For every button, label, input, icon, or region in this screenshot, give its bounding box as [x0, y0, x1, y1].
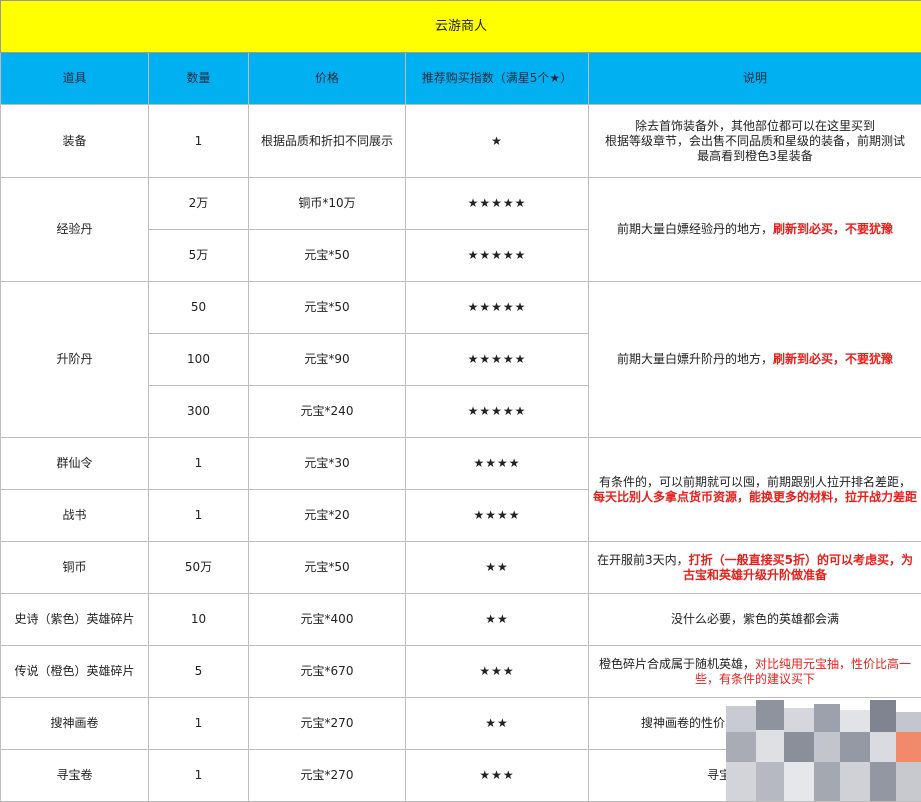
cell-price: 元宝*30	[249, 438, 406, 490]
cell-price: 元宝*90	[249, 334, 406, 386]
merchant-table-sheet: 云游商人 道具 数量 价格 推荐购买指数（满星5个★） 说明 装备 1 根据品质…	[0, 0, 921, 801]
table-row: 装备 1 根据品质和折扣不同展示 ★ 除去首饰装备外，其他部位都可以在这里买到 …	[1, 105, 921, 178]
cell-price: 元宝*50	[249, 230, 406, 282]
cell-note: 在开服前3天内，打折（一般直接买5折）的可以考虑买，为古宝和英雄升级升阶做准备	[589, 542, 921, 594]
cell-price: 元宝*240	[249, 386, 406, 438]
cell-price: 铜币*10万	[249, 178, 406, 230]
cell-note: 橙色碎片合成属于随机英雄，对比纯用元宝抽，性价比高一些，有条件的建议买下	[589, 646, 921, 698]
cell-item: 升阶丹	[1, 282, 149, 438]
table-title: 云游商人	[1, 1, 921, 53]
cell-note: 寻宝卷前期的产出	[589, 750, 921, 802]
note-text: 前期大量白嫖经验丹的地方，	[617, 222, 773, 236]
table-row: 史诗（紫色）英雄碎片 10 元宝*400 ★★ 没什么必要，紫色的英雄都会满	[1, 594, 921, 646]
cell-stars: ★★★	[406, 646, 589, 698]
cell-note: 有条件的，可以前期就可以囤，前期跟别人拉开排名差距，每天比别人多拿点货币资源，能…	[589, 438, 921, 542]
cell-stars: ★★★★★	[406, 386, 589, 438]
cell-qty: 10	[149, 594, 249, 646]
cell-qty: 1	[149, 105, 249, 178]
cell-item: 史诗（紫色）英雄碎片	[1, 594, 149, 646]
note-highlight: 刷新到必买，不要犹豫	[773, 352, 893, 366]
cell-price: 元宝*50	[249, 282, 406, 334]
cell-price: 根据品质和折扣不同展示	[249, 105, 406, 178]
cell-qty: 100	[149, 334, 249, 386]
note-line: 最高看到橙色3星装备	[593, 149, 917, 164]
cell-qty: 1	[149, 438, 249, 490]
cell-price: 元宝*270	[249, 698, 406, 750]
table-row: 搜神画卷 1 元宝*270 ★★ 搜神画卷的性价比不高，一般的同学都不买	[1, 698, 921, 750]
note-text: 橙色碎片合成属于随机英雄，	[599, 657, 755, 671]
cell-stars: ★★★★★	[406, 334, 589, 386]
cell-stars: ★★	[406, 698, 589, 750]
cell-note: 前期大量白嫖升阶丹的地方，刷新到必买，不要犹豫	[589, 282, 921, 438]
header-rating: 推荐购买指数（满星5个★）	[406, 53, 589, 105]
table-row: 寻宝卷 1 元宝*270 ★★★ 寻宝卷前期的产出	[1, 750, 921, 802]
table-row: 群仙令 1 元宝*30 ★★★★ 有条件的，可以前期就可以囤，前期跟别人拉开排名…	[1, 438, 921, 490]
cell-item: 经验丹	[1, 178, 149, 282]
cell-item: 战书	[1, 490, 149, 542]
cell-note: 除去首饰装备外，其他部位都可以在这里买到 根据等级章节，会出售不同品质和星级的装…	[589, 105, 921, 178]
note-line: 除去首饰装备外，其他部位都可以在这里买到	[593, 119, 917, 134]
note-text: 有条件的，可以前期就可以囤，前期跟别人拉开排名差距，	[599, 475, 911, 489]
cell-stars: ★★★★★	[406, 230, 589, 282]
note-highlight: 每天比别人多拿点货币资源，能换更多的材料，拉开战力差距	[593, 490, 917, 504]
table-row: 升阶丹 50 元宝*50 ★★★★★ 前期大量白嫖升阶丹的地方，刷新到必买，不要…	[1, 282, 921, 334]
cell-qty: 50万	[149, 542, 249, 594]
cell-qty: 5万	[149, 230, 249, 282]
table-row: 传说（橙色）英雄碎片 5 元宝*670 ★★★ 橙色碎片合成属于随机英雄，对比纯…	[1, 646, 921, 698]
header-item: 道具	[1, 53, 149, 105]
cell-qty: 1	[149, 490, 249, 542]
cell-stars: ★★	[406, 542, 589, 594]
header-price: 价格	[249, 53, 406, 105]
merchant-table: 云游商人 道具 数量 价格 推荐购买指数（满星5个★） 说明 装备 1 根据品质…	[0, 0, 921, 802]
cell-qty: 2万	[149, 178, 249, 230]
note-line: 根据等级章节，会出售不同品质和星级的装备，前期测试	[593, 134, 917, 149]
note-text: 在开服前3天内，	[597, 553, 689, 567]
cell-stars: ★★★★★	[406, 178, 589, 230]
cell-price: 元宝*400	[249, 594, 406, 646]
cell-qty: 50	[149, 282, 249, 334]
cell-price: 元宝*270	[249, 750, 406, 802]
cell-item: 装备	[1, 105, 149, 178]
cell-qty: 1	[149, 698, 249, 750]
cell-note: 搜神画卷的性价比不高，一般的同学都不买	[589, 698, 921, 750]
header-note: 说明	[589, 53, 921, 105]
cell-price: 元宝*20	[249, 490, 406, 542]
cell-stars: ★★★	[406, 750, 589, 802]
cell-qty: 300	[149, 386, 249, 438]
cell-note: 前期大量白嫖经验丹的地方，刷新到必买，不要犹豫	[589, 178, 921, 282]
cell-stars: ★	[406, 105, 589, 178]
note-highlight: 刷新到必买，不要犹豫	[773, 222, 893, 236]
cell-qty: 5	[149, 646, 249, 698]
cell-price: 元宝*50	[249, 542, 406, 594]
header-qty: 数量	[149, 53, 249, 105]
header-row: 道具 数量 价格 推荐购买指数（满星5个★） 说明	[1, 53, 921, 105]
note-highlight: 打折（一般直接买5折）的可以考虑买，为古宝和英雄升级升阶做准备	[683, 553, 913, 582]
cell-stars: ★★	[406, 594, 589, 646]
cell-item: 铜币	[1, 542, 149, 594]
cell-note: 没什么必要，紫色的英雄都会满	[589, 594, 921, 646]
cell-price: 元宝*670	[249, 646, 406, 698]
cell-item: 群仙令	[1, 438, 149, 490]
cell-item: 寻宝卷	[1, 750, 149, 802]
cell-stars: ★★★★	[406, 490, 589, 542]
note-text: 前期大量白嫖升阶丹的地方，	[617, 352, 773, 366]
cell-item: 传说（橙色）英雄碎片	[1, 646, 149, 698]
cell-stars: ★★★★	[406, 438, 589, 490]
table-row: 经验丹 2万 铜币*10万 ★★★★★ 前期大量白嫖经验丹的地方，刷新到必买，不…	[1, 178, 921, 230]
cell-item: 搜神画卷	[1, 698, 149, 750]
title-row: 云游商人	[1, 1, 921, 53]
table-row: 铜币 50万 元宝*50 ★★ 在开服前3天内，打折（一般直接买5折）的可以考虑…	[1, 542, 921, 594]
cell-qty: 1	[149, 750, 249, 802]
cell-stars: ★★★★★	[406, 282, 589, 334]
